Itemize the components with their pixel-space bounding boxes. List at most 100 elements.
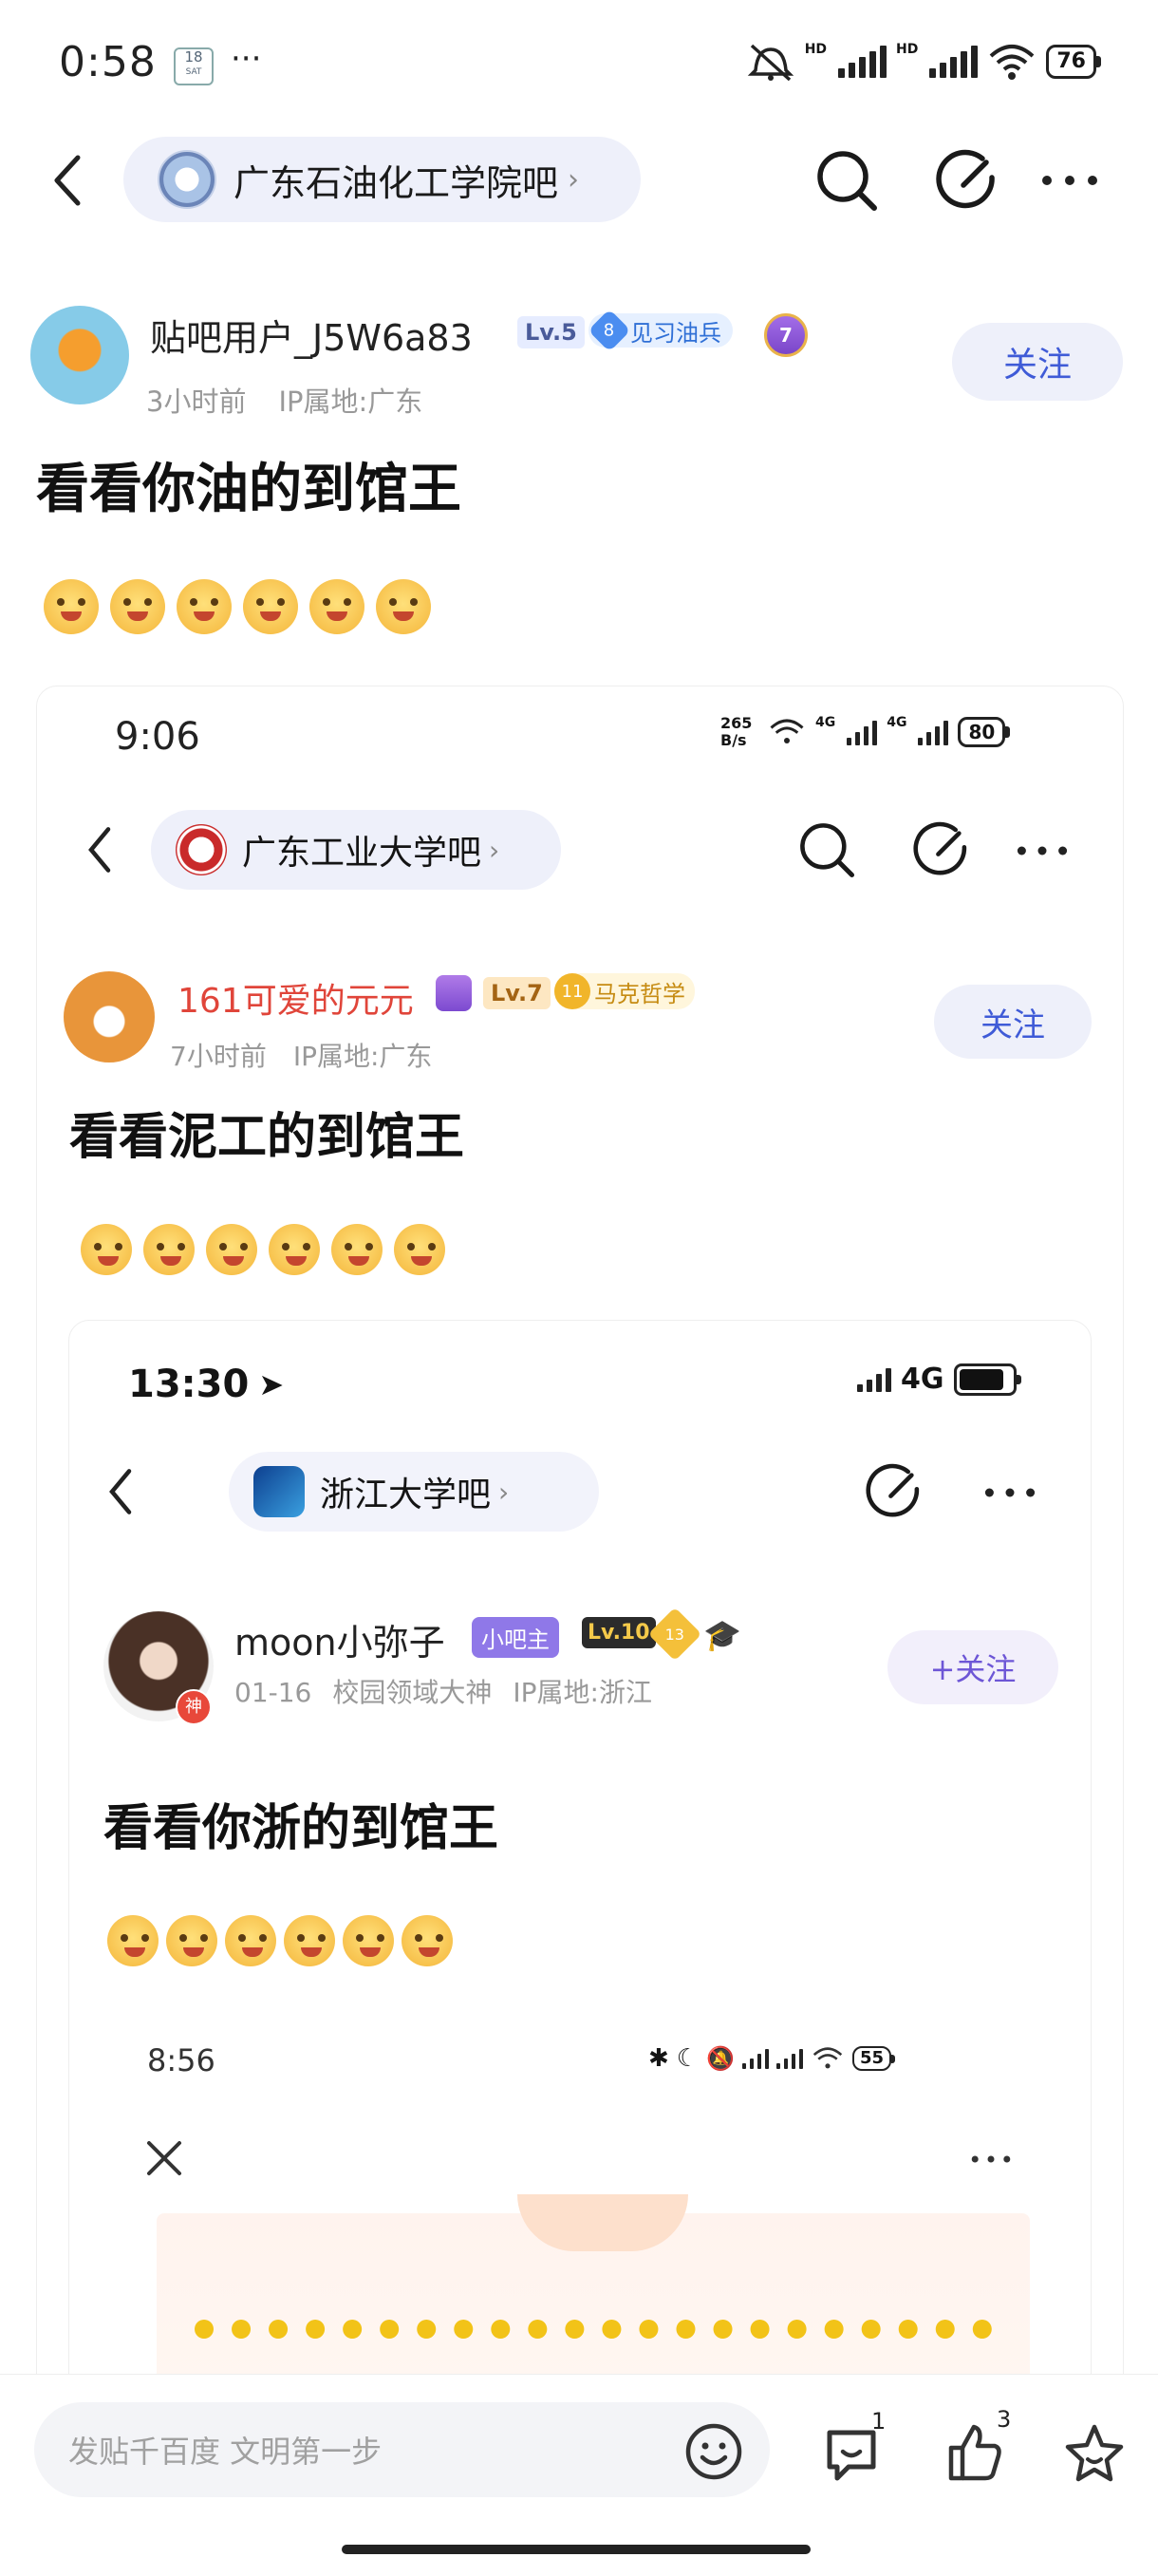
fan-badge-icon: 13 — [647, 1607, 702, 1662]
forum-pill: 浙江大学吧 › — [229, 1452, 599, 1532]
emoji-icon — [284, 1915, 335, 1966]
edit-post-icon — [866, 1463, 920, 1517]
level-badge: Lv.10 — [582, 1617, 656, 1648]
net-label: 4G — [887, 715, 907, 730]
battery-level: 76 — [1046, 45, 1096, 79]
post-date: 01-16 — [234, 1677, 312, 1708]
title-badge: 8 见习油兵 — [588, 309, 733, 352]
level-badge: Lv.5 — [517, 316, 585, 348]
emoji-icon — [269, 1224, 320, 1275]
comment-count: 1 — [871, 2408, 887, 2435]
mute-icon: 🔕 — [706, 2045, 735, 2072]
signal-icon — [742, 2048, 769, 2069]
title-badge-text: 见习油兵 — [630, 319, 721, 347]
fan-badge-number: 13 — [664, 1625, 685, 1644]
favorite-star-icon[interactable] — [1061, 2421, 1128, 2486]
forum-pill: 广东工业大学吧 › — [151, 810, 561, 890]
nested-status: ✱ ☾ 🔕 55 — [648, 2044, 896, 2073]
signal-icon — [929, 46, 979, 78]
comment-input[interactable]: 发贴千百度 文明第一步 — [34, 2402, 770, 2497]
title-badge-text: 马克哲学 — [594, 980, 685, 1007]
signal-icon — [847, 719, 878, 745]
net-label: 4G — [815, 715, 836, 730]
post-ip: IP属地:浙江 — [513, 1677, 652, 1708]
username[interactable]: 贴吧用户_J5W6a83 — [150, 309, 473, 361]
post-ip: IP属地:广东 — [278, 385, 423, 418]
more-icon[interactable] — [1039, 171, 1100, 190]
post-meta: 01-16 校园领域大神 IP属地:浙江 — [234, 1672, 652, 1710]
chevron-right-icon: › — [568, 162, 580, 197]
net-speed: 265 B/s — [720, 714, 753, 749]
embedded-screenshot[interactable]: 13:30 ➤ 4G 浙江大学吧 › 神 moon小弥子 小吧主 Lv.10 13… — [68, 1320, 1092, 2461]
more-icon — [971, 2155, 1011, 2163]
medal-icon: 7 — [764, 313, 808, 357]
forum-logo — [176, 824, 227, 875]
like-count: 3 — [997, 2406, 1012, 2433]
post-ip: IP属地:广东 — [292, 1041, 433, 1072]
forum-name: 广东工业大学吧 — [242, 834, 482, 873]
title-badge-number: 8 — [604, 320, 615, 341]
wifi-icon — [990, 45, 1035, 80]
emoji-picker-icon[interactable] — [683, 2421, 744, 2482]
back-arrow-icon — [88, 827, 111, 873]
nested-status: 4G — [857, 1363, 1021, 1396]
emoji-icon — [225, 1915, 276, 1966]
post-meta: 3小时前 IP属地:广东 — [146, 380, 422, 420]
forum-logo — [253, 1466, 305, 1517]
calendar-icon: 18 SAT — [174, 47, 214, 85]
signal-icon — [838, 46, 887, 78]
emoji-icon — [177, 579, 232, 634]
level-badge: Lv.7 — [483, 977, 551, 1009]
moon-icon: ☾ — [676, 2044, 700, 2073]
avatar[interactable] — [30, 306, 129, 404]
forum-logo — [158, 150, 216, 209]
emoji-icon — [376, 579, 431, 634]
chevron-right-icon: › — [498, 1476, 510, 1508]
status-time: 0:58 — [59, 38, 157, 86]
home-indicator[interactable] — [342, 2545, 811, 2554]
avatar — [64, 971, 155, 1062]
back-arrow-icon[interactable] — [47, 152, 85, 209]
hd-label: HD — [804, 42, 828, 57]
battery-level: 80 — [958, 717, 1006, 747]
back-arrow-icon — [109, 1469, 132, 1514]
username: moon小弥子 — [234, 1622, 445, 1664]
mute-icon — [747, 44, 794, 82]
status-indicators: HD HD 76 — [746, 42, 1101, 82]
edit-post-icon[interactable] — [935, 147, 1001, 214]
title-badge-number: 11 — [554, 973, 590, 1009]
moderator-badge: 小吧主 — [472, 1617, 559, 1658]
post-title: 看看你浙的到馆王 — [103, 1800, 499, 1857]
post-meta: 7小时前 IP属地:广东 — [170, 1036, 432, 1074]
emoji-icon — [166, 1915, 217, 1966]
emoji-icon — [394, 1224, 445, 1275]
signal-icon — [857, 1367, 891, 1392]
close-icon — [147, 2141, 181, 2175]
username: 161可爱的元元 — [177, 982, 414, 1021]
battery-level: 55 — [852, 2046, 892, 2071]
emoji-row — [107, 1915, 453, 1966]
emoji-row — [44, 579, 431, 634]
nested-time: 8:56 — [147, 2042, 215, 2078]
bluetooth-icon: ✱ — [648, 2044, 669, 2073]
emoji-icon — [331, 1224, 383, 1275]
chevron-right-icon: › — [489, 834, 500, 866]
net-label: 4G — [901, 1363, 944, 1396]
emoji-icon — [44, 579, 99, 634]
title-badge: 11 马克哲学 — [554, 973, 695, 1009]
status-more-icon: ··· — [231, 40, 262, 78]
emoji-icon — [402, 1915, 453, 1966]
vip-crown-icon — [436, 975, 472, 1011]
follow-button[interactable]: 关注 — [952, 323, 1123, 401]
hd-label: HD — [896, 42, 919, 57]
search-icon — [800, 823, 855, 878]
wifi-icon — [812, 2047, 843, 2069]
follow-button: +关注 — [887, 1630, 1058, 1704]
emoji-icon — [107, 1915, 159, 1966]
search-icon[interactable] — [813, 147, 880, 214]
avatar-tag: 神 — [176, 1689, 212, 1725]
battery-icon: 76 — [1046, 45, 1101, 79]
forum-pill[interactable]: 广东石油化工学院吧 › — [123, 137, 641, 222]
calendar-day: 18 — [184, 48, 203, 66]
forum-name: 浙江大学吧 — [320, 1476, 492, 1514]
